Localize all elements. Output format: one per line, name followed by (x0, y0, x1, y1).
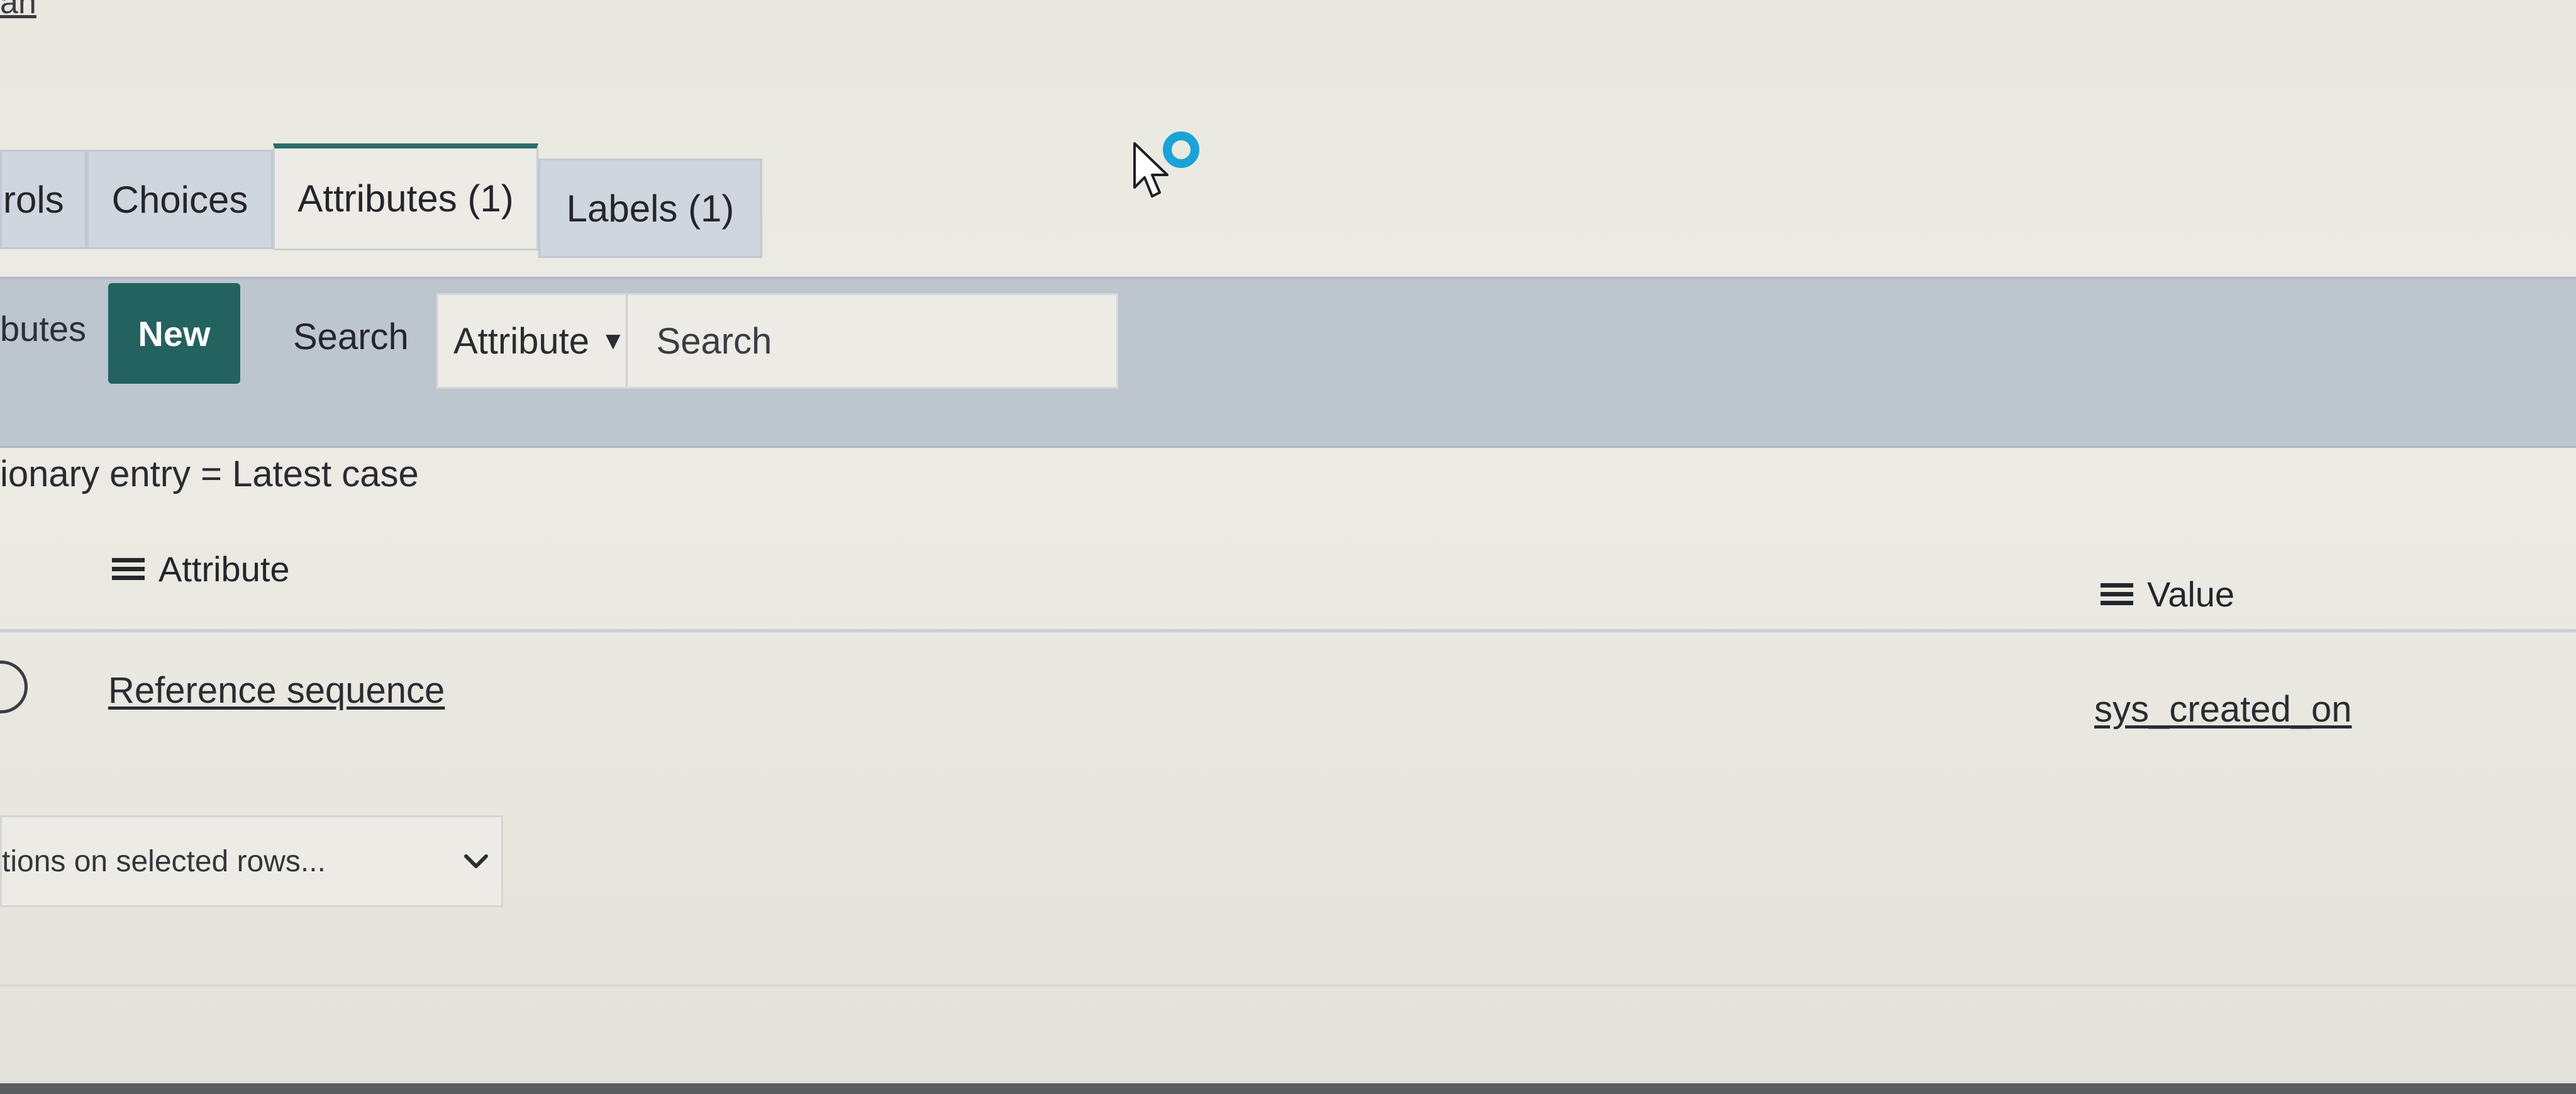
search-field-value: Attribute (453, 320, 589, 362)
search-field-select[interactable]: Attribute ▼ (438, 295, 628, 387)
actions-on-selected-select[interactable]: tions on selected rows... (0, 815, 503, 907)
column-header-attribute[interactable]: Attribute (112, 549, 290, 589)
tab-controls[interactable]: rols (0, 150, 87, 249)
tab-labels[interactable]: Labels (1) (538, 159, 762, 258)
tab-choices[interactable]: Choices (87, 150, 273, 249)
row-select-checkbox[interactable] (0, 661, 28, 713)
filter-breadcrumb[interactable]: ionary entry = Latest case (0, 453, 419, 495)
actions-label: tions on selected rows... (2, 844, 326, 878)
column-header-label: Value (2147, 574, 2235, 614)
new-button[interactable]: New (108, 283, 240, 384)
hamburger-icon[interactable] (2101, 581, 2138, 608)
tab-strip: rols Choices Attributes (1) Labels (1) (0, 143, 762, 258)
bottom-divider (0, 985, 2576, 986)
search-box: Attribute ▼ (436, 293, 1131, 389)
screen: an rols Choices Attributes (1) Labels (1… (0, 0, 2576, 1094)
value-cell-link[interactable]: sys_created_on (2094, 688, 2351, 730)
attribute-cell-link[interactable]: Reference sequence (108, 669, 445, 712)
column-header-label: Attribute (158, 549, 290, 589)
list-title: butes (0, 309, 86, 349)
screen-bottom-edge (0, 1083, 2576, 1094)
loading-ring-icon (1163, 131, 1199, 168)
caret-down-icon: ▼ (601, 327, 626, 355)
search-input[interactable] (627, 295, 1131, 387)
search-label: Search (293, 316, 409, 357)
column-header-value[interactable]: Value (2101, 574, 2235, 615)
chevron-down-icon (464, 854, 488, 868)
header-divider (0, 629, 2576, 632)
tab-attributes[interactable]: Attributes (1) (273, 143, 538, 250)
list-toolbar (0, 277, 2576, 448)
top-link[interactable]: an (0, 0, 36, 21)
hamburger-icon[interactable] (112, 555, 150, 583)
